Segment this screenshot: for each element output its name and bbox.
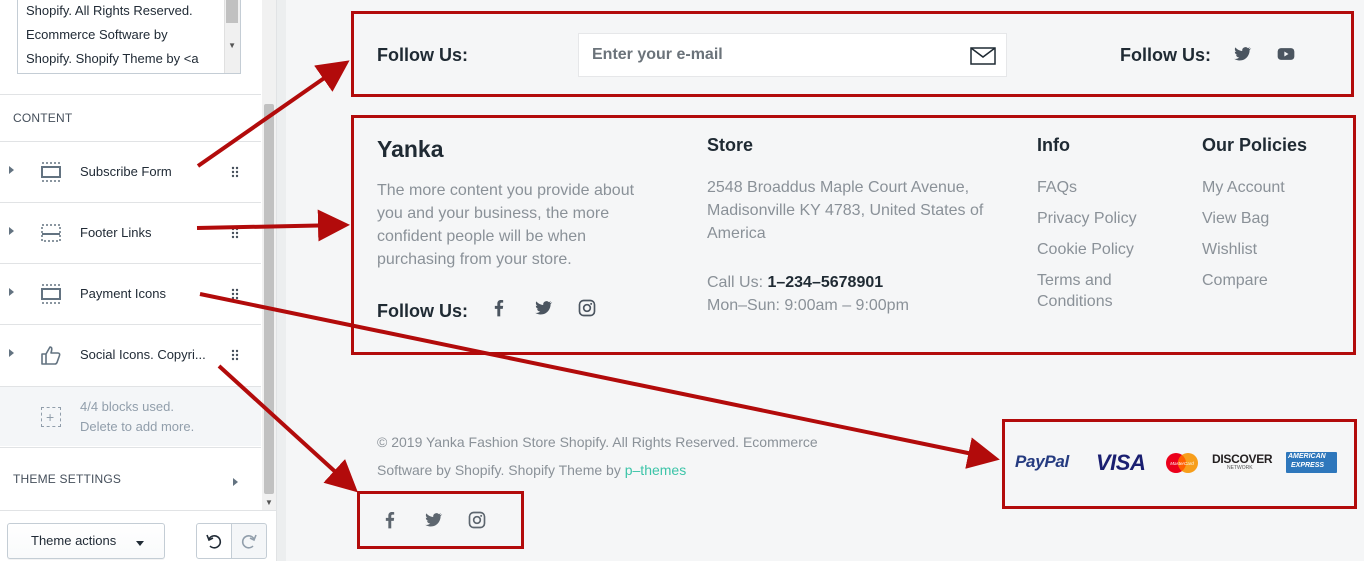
arrow-to-footer-links xyxy=(196,209,350,242)
arrow-to-subscribe xyxy=(196,60,350,168)
annotation-arrows xyxy=(196,60,1000,493)
editor-window: Shopify. All Rights Reserved. Ecommerce … xyxy=(0,0,1364,561)
arrow-to-social xyxy=(217,364,358,493)
arrow-to-payment xyxy=(199,292,1000,469)
